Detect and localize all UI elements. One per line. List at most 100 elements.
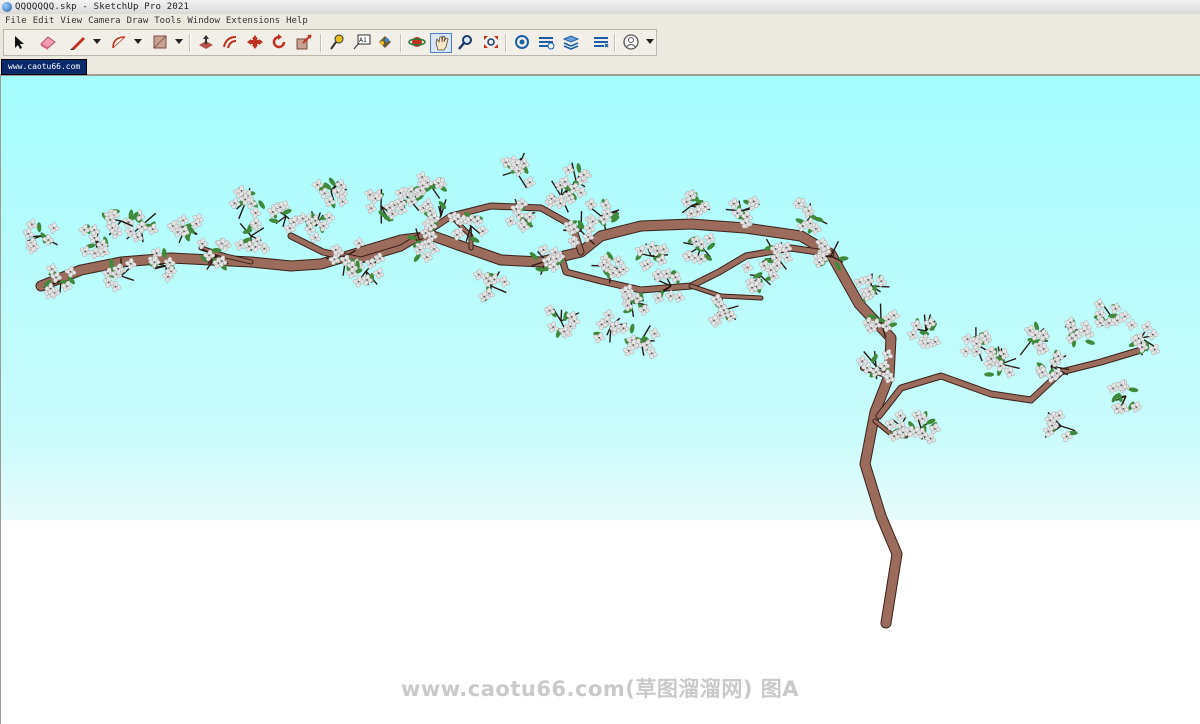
sketchup-app-icon — [2, 2, 12, 12]
toolbar-separator — [400, 34, 402, 52]
arc-tool-button[interactable] — [108, 33, 130, 53]
zoom-icon — [458, 35, 472, 50]
3d-warehouse-button[interactable] — [511, 33, 533, 53]
blossom-cluster — [1064, 316, 1095, 348]
blossom-cluster — [43, 263, 77, 300]
offset-icon — [223, 36, 237, 49]
paint-bucket-tool-button[interactable] — [374, 33, 396, 53]
blossom-cluster — [1042, 409, 1078, 443]
rotate-tool-button[interactable] — [268, 33, 290, 53]
extension-warehouse-icon — [539, 37, 555, 50]
zoom-extents-icon — [484, 36, 498, 48]
menu-camera[interactable]: Camera — [85, 14, 124, 28]
text-tool-button[interactable]: A1 — [351, 33, 373, 53]
scene-tab[interactable]: www.caotu66.com — [1, 59, 88, 75]
watermark-text: www.caotu66.com(草图溜溜网) 图A — [400, 677, 800, 701]
layout-icon — [562, 35, 580, 50]
orbit-icon — [408, 37, 426, 47]
orbit-tool-button[interactable] — [406, 33, 428, 53]
move-icon — [247, 35, 263, 49]
rectangle-icon — [153, 35, 167, 49]
blossom-cluster — [792, 197, 828, 235]
blossom-cluster — [983, 345, 1020, 379]
title-bar: QQQQQQQ.skp - SketchUp Pro 2021 — [0, 0, 1200, 15]
extension-manager-button[interactable] — [590, 33, 612, 53]
blossom-cluster — [147, 247, 177, 283]
toolbar-separator — [189, 34, 191, 52]
tree-model — [22, 152, 1161, 629]
zoom-extents-tool-button[interactable] — [480, 33, 502, 53]
extension-warehouse-button[interactable] — [535, 33, 557, 53]
scale-tool-button[interactable] — [293, 33, 315, 53]
blossom-cluster — [122, 209, 159, 243]
blossom-cluster — [78, 224, 110, 259]
blossom-cluster — [311, 177, 349, 209]
scene-tab-strip: www.caotu66.com — [0, 58, 1200, 76]
extension-manager-icon — [594, 37, 609, 48]
shape-dropdown-arrow[interactable] — [175, 39, 183, 44]
blossom-cluster — [472, 268, 511, 303]
menu-window[interactable]: Window — [184, 14, 223, 28]
blossom-cluster — [959, 327, 993, 362]
branch — [876, 347, 1144, 419]
blossom-cluster — [228, 184, 265, 220]
zoom-tool-button[interactable] — [455, 33, 477, 53]
menu-help[interactable]: Help — [283, 14, 311, 28]
push-pull-tool-button[interactable] — [195, 33, 217, 53]
blossom-cluster — [856, 349, 895, 384]
drawing-viewport[interactable] — [0, 76, 1200, 724]
scale-icon — [296, 34, 312, 50]
arc-dropdown-arrow[interactable] — [134, 39, 142, 44]
blossom-cluster — [166, 213, 204, 244]
layout-button[interactable] — [560, 33, 582, 53]
blossom-cluster — [681, 232, 716, 265]
select-icon — [15, 36, 24, 49]
blossom-cluster — [364, 188, 401, 224]
offset-tool-button[interactable] — [219, 33, 241, 53]
account-dropdown-arrow[interactable] — [646, 39, 654, 44]
blossom-cluster — [1107, 379, 1143, 415]
menu-file[interactable]: File — [2, 14, 30, 28]
window-title: QQQQQQQ.skp - SketchUp Pro 2021 — [15, 2, 190, 12]
push-pull-icon — [199, 35, 213, 49]
pan-tool-button[interactable] — [430, 33, 452, 53]
arc-icon — [112, 36, 126, 49]
large-tool-set-toolbar: A1 — [3, 29, 657, 56]
menu-view[interactable]: View — [57, 14, 85, 28]
menu-tools[interactable]: Tools — [151, 14, 184, 28]
warehouse-icon — [515, 35, 529, 49]
blossom-cluster — [504, 197, 536, 233]
line-dropdown-arrow[interactable] — [93, 39, 101, 44]
tape-measure-icon — [330, 34, 344, 50]
svg-text:A1: A1 — [359, 37, 367, 44]
blossom-cluster — [907, 314, 941, 350]
eraser-tool-button[interactable] — [37, 33, 59, 53]
pan-icon — [435, 35, 449, 51]
toolbar-separator — [614, 34, 616, 52]
menu-extensions[interactable]: Extensions — [223, 14, 283, 28]
eraser-icon — [40, 36, 56, 50]
select-tool-button[interactable] — [9, 33, 31, 53]
blossom-cluster — [635, 241, 670, 272]
tape-measure-tool-button[interactable] — [326, 33, 348, 53]
blossom-cluster — [234, 217, 271, 255]
blossom-cluster — [500, 152, 536, 189]
blossom-cluster — [680, 189, 711, 220]
rectangle-tool-button[interactable] — [149, 33, 171, 53]
account-icon — [623, 34, 639, 50]
blossom-cluster — [22, 218, 60, 255]
line-tool-button[interactable] — [67, 33, 89, 53]
rotate-icon — [272, 34, 286, 49]
blossom-cluster — [413, 171, 447, 199]
blossom-cluster — [904, 410, 941, 445]
pencil-line-icon — [70, 37, 85, 50]
paint-bucket-icon — [379, 36, 391, 48]
move-tool-button[interactable] — [244, 33, 266, 53]
account-button[interactable] — [620, 33, 642, 53]
menu-edit[interactable]: Edit — [30, 14, 58, 28]
tree-branches — [35, 202, 1145, 629]
menu-draw[interactable]: Draw — [124, 14, 152, 28]
blossom-cluster — [1093, 298, 1131, 329]
tree-foliage — [22, 152, 1161, 445]
blossom-cluster — [593, 309, 630, 344]
